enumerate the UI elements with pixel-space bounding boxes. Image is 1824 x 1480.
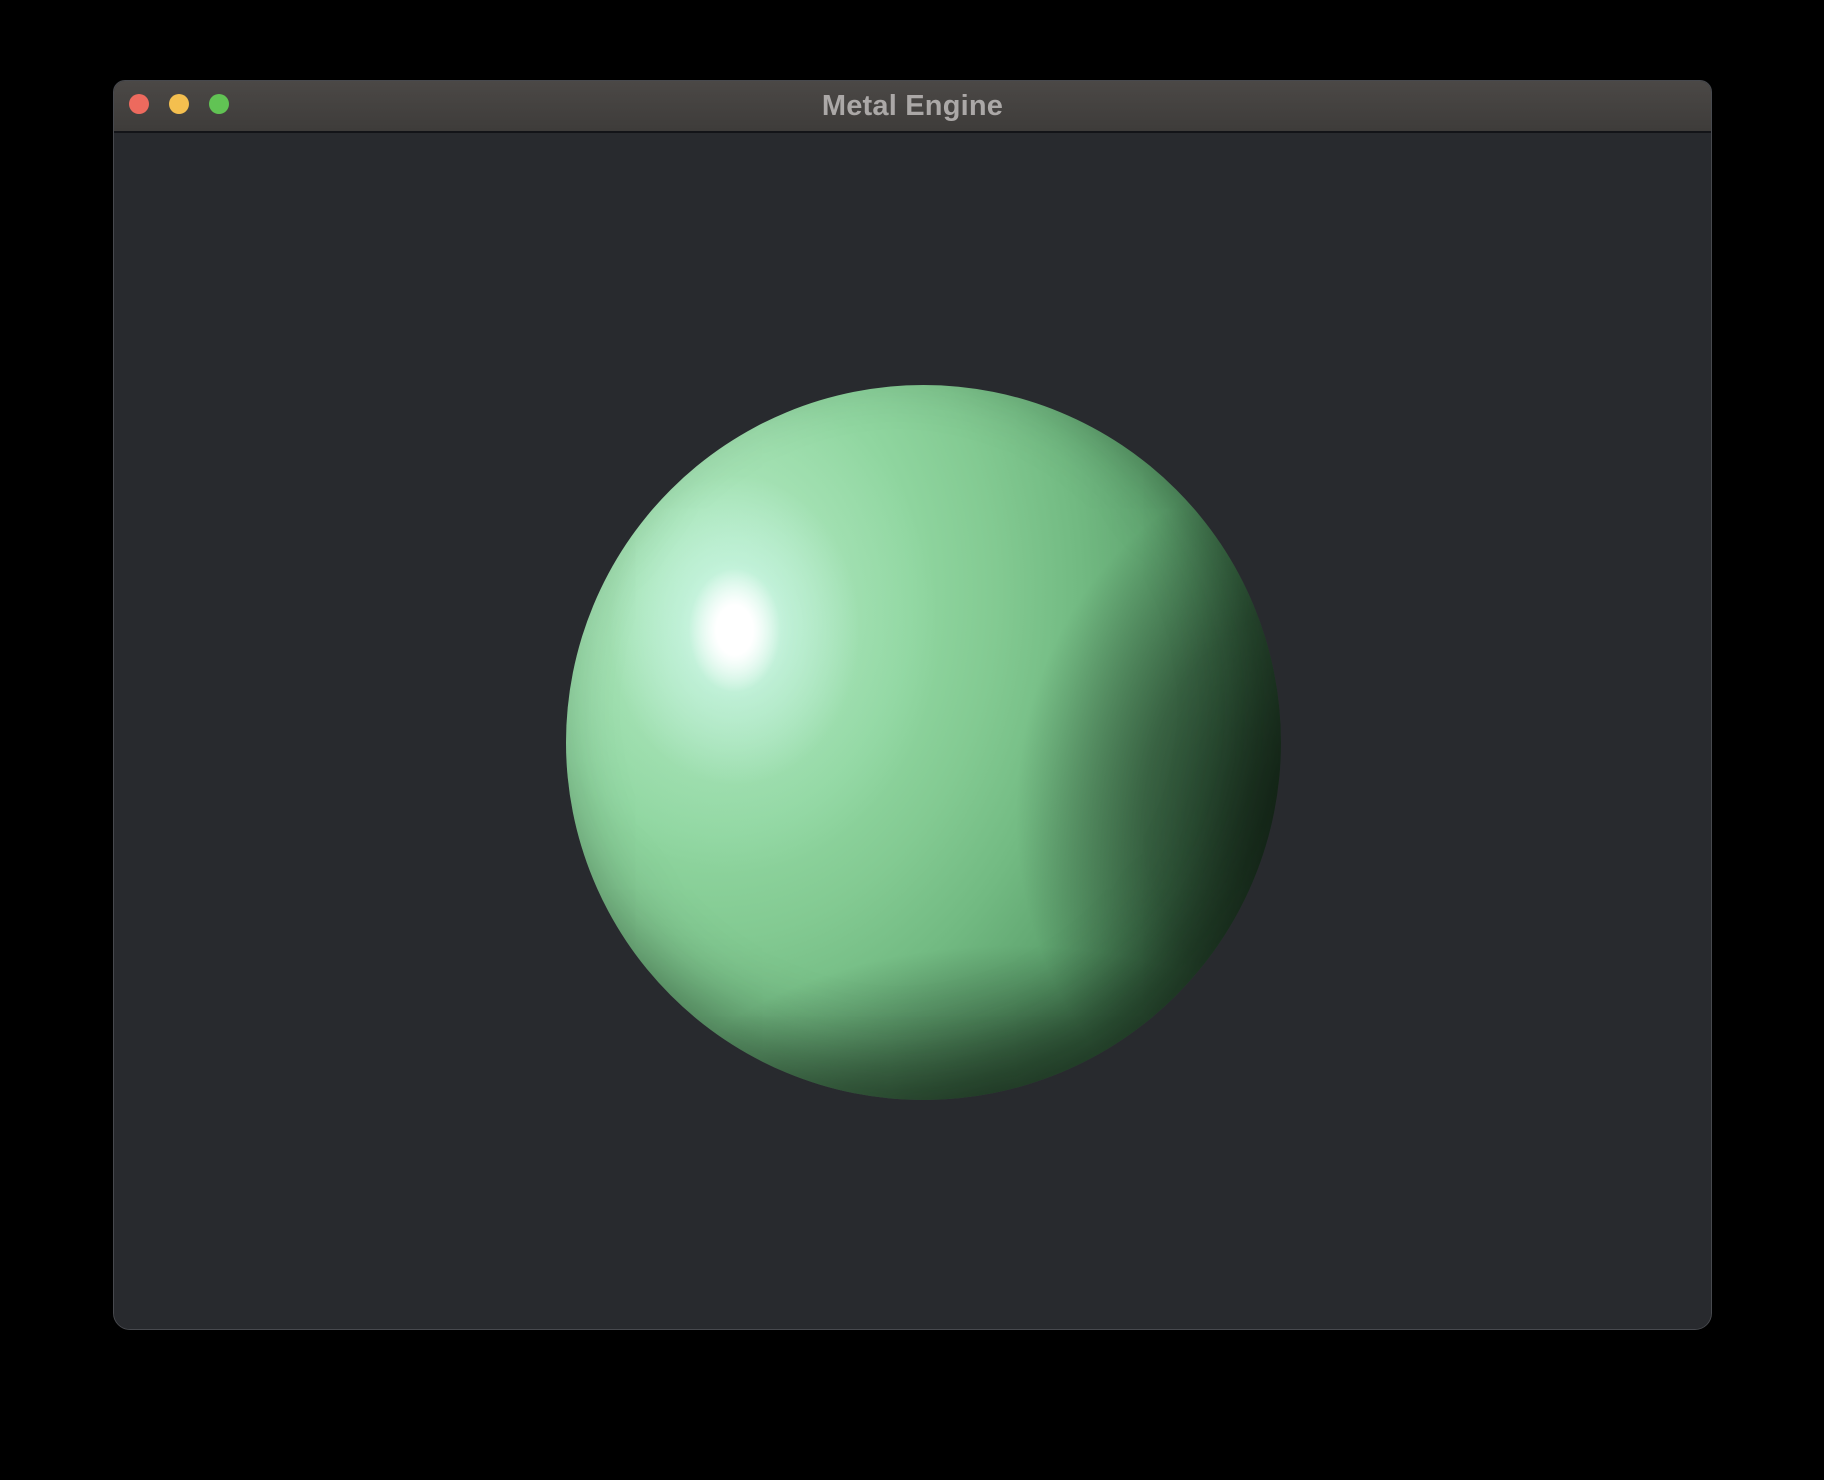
traffic-lights	[129, 94, 229, 114]
close-button[interactable]	[129, 94, 149, 114]
minimize-button[interactable]	[169, 94, 189, 114]
titlebar[interactable]: Metal Engine	[114, 81, 1711, 133]
app-window: Metal Engine	[113, 80, 1712, 1330]
rendered-sphere	[566, 385, 1281, 1100]
zoom-button[interactable]	[209, 94, 229, 114]
metal-render-viewport[interactable]	[114, 133, 1711, 1329]
window-title: Metal Engine	[822, 90, 1003, 123]
